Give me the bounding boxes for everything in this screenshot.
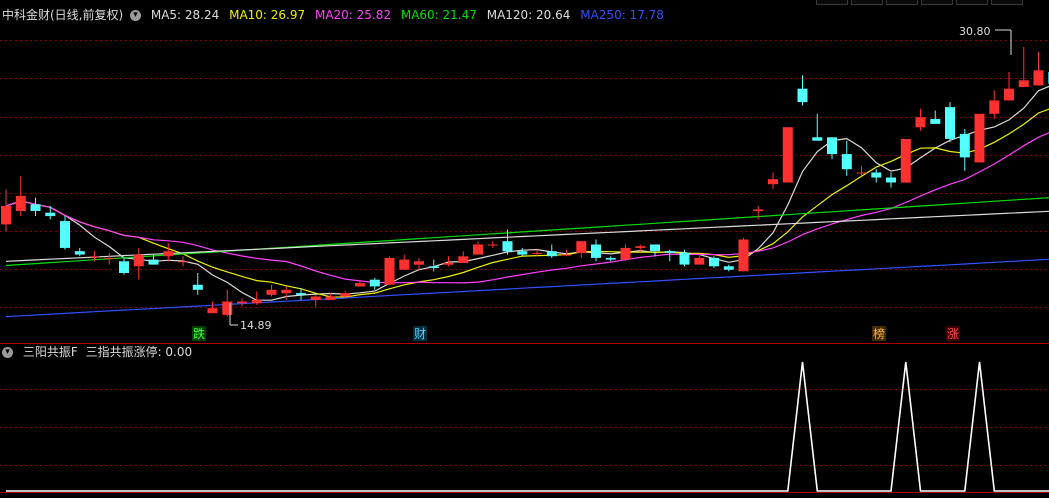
indicator-dropdown-icon[interactable]: ▾ (2, 347, 13, 358)
candle (900, 138, 911, 183)
ma5-line (5, 85, 1049, 301)
marker-bang: 榜 (873, 326, 885, 341)
candle (74, 247, 85, 257)
ma120-label: MA120: 20.64 (486, 8, 571, 22)
marker-die: 跌 (193, 326, 205, 341)
candle (797, 75, 808, 106)
candle (443, 256, 454, 267)
candle (310, 294, 321, 307)
candle (473, 241, 483, 255)
candle (119, 257, 129, 275)
ma10-label: MA10: 26.97 (229, 8, 306, 22)
candle (709, 256, 719, 268)
candle (45, 206, 56, 220)
candle (620, 244, 631, 262)
moving-average-lines (5, 85, 1049, 318)
candle (723, 264, 734, 272)
candle (30, 197, 41, 217)
candle (192, 273, 203, 295)
candle (738, 237, 749, 272)
candle (974, 113, 985, 163)
candle (1, 189, 11, 232)
toolbar-tab-4[interactable] (921, 0, 953, 5)
ma120-line (5, 210, 1049, 262)
candle (886, 172, 896, 188)
candle (355, 281, 365, 287)
toolbar-tab-2[interactable] (851, 0, 883, 5)
marker-zhang: 涨 (947, 326, 959, 341)
marker-cai: 财 (414, 327, 426, 341)
candle (694, 256, 705, 265)
candle (841, 140, 852, 176)
ma60-line (5, 197, 1049, 267)
stock-title: 中科金财(日线,前复权) (2, 8, 124, 22)
high-price-label: 30.80 (959, 25, 991, 38)
candle (546, 244, 557, 258)
candle (1033, 51, 1044, 86)
candle (605, 256, 616, 262)
candle (384, 256, 395, 285)
main-header: 中科金财(日线,前复权) ▾ MA5: 28.24 MA10: 26.97 MA… (2, 6, 670, 24)
candle (576, 241, 587, 258)
candle (650, 244, 660, 257)
candle (989, 90, 1000, 119)
candle (664, 249, 675, 262)
indicator-value: 三指共振涨停: 0.00 (85, 345, 193, 359)
candle (959, 128, 970, 171)
candle (266, 284, 277, 297)
candle (782, 127, 793, 183)
ma5-label: MA5: 28.24 (150, 8, 220, 22)
candle (399, 254, 410, 270)
candle (222, 289, 233, 317)
ma60-label: MA60: 21.47 (400, 8, 477, 22)
indicator-header: ▾ 三阳共振F 三指共振涨停: 0.00 (2, 343, 198, 361)
candle (591, 239, 601, 262)
candle (15, 175, 26, 217)
ma250-line (5, 258, 1049, 318)
toolbar-strip (816, 0, 1049, 5)
candle (60, 216, 70, 250)
candlesticks (1, 46, 1049, 317)
ma20-line (5, 132, 1049, 284)
candle (487, 241, 498, 248)
candle (945, 102, 955, 143)
candle (369, 278, 380, 290)
candle (163, 242, 174, 262)
toolbar-tab-3[interactable] (886, 0, 918, 5)
candle (517, 247, 528, 257)
candle (1018, 46, 1029, 88)
candle (1004, 71, 1014, 101)
indicator-line (6, 361, 1049, 492)
low-price-label: 14.89 (240, 319, 272, 332)
indicator-name: 三阳共振F (22, 345, 78, 359)
kline-chart: 30.80 14.89 跌 财 榜 涨 (0, 25, 1049, 493)
toolbar-tab-5[interactable] (956, 0, 988, 5)
ma250-label: MA250: 17.78 (580, 8, 664, 22)
ma20-label: MA20: 25.82 (314, 8, 392, 22)
signal-markers: 跌 财 榜 涨 (192, 326, 960, 341)
candle (237, 298, 247, 307)
candle (414, 257, 424, 270)
candle (133, 247, 144, 280)
candle (104, 252, 115, 265)
candle (635, 244, 646, 252)
candle (768, 172, 778, 190)
settings-dropdown-icon[interactable]: ▾ (130, 10, 142, 21)
candle (915, 108, 926, 131)
candle (458, 251, 469, 263)
toolbar-tab-6[interactable] (991, 0, 1023, 5)
candle (871, 169, 882, 183)
toolbar-tab-1[interactable] (816, 0, 848, 5)
